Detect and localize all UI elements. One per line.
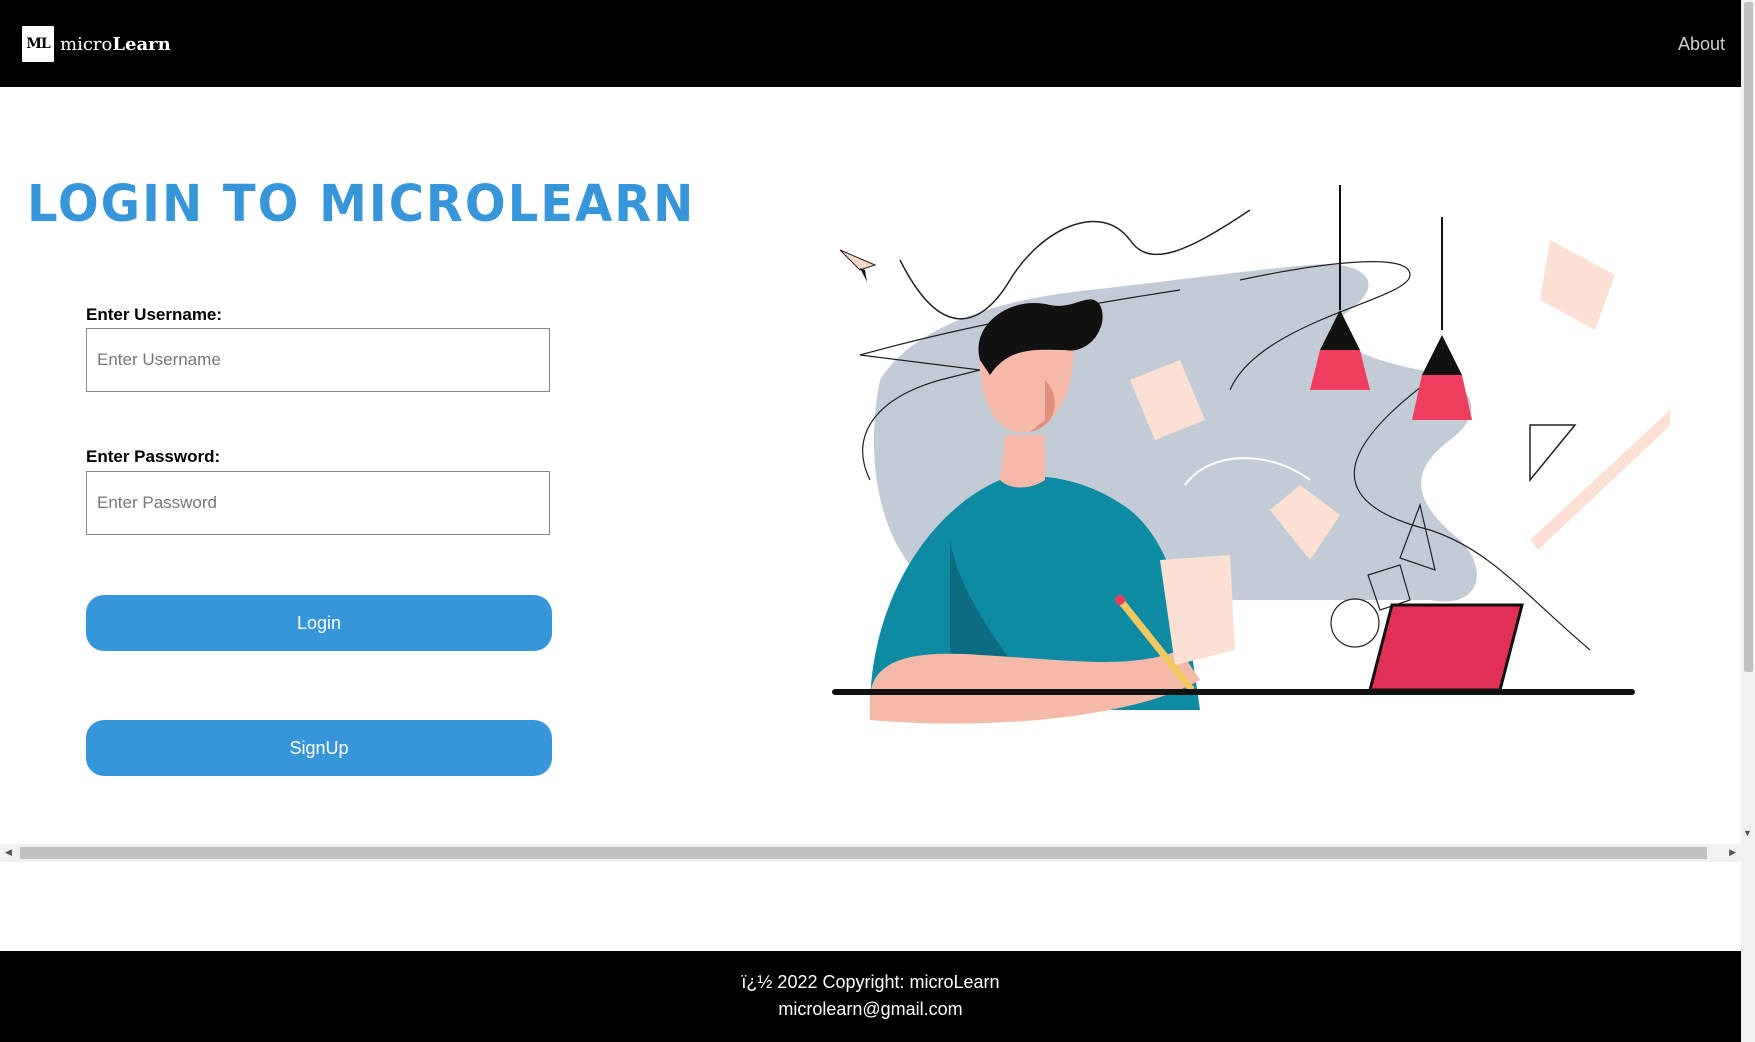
lamp-icon (1422, 335, 1462, 375)
password-input[interactable] (86, 471, 550, 535)
footer: ï¿½ 2022 Copyright: microLearn microlear… (0, 951, 1741, 1042)
page-title: LOGIN TO MICROLEARN (27, 174, 696, 234)
vertical-scrollbar[interactable]: ▼ (1741, 0, 1755, 1042)
scroll-right-arrow-icon[interactable]: ▶ (1729, 847, 1736, 858)
logo-icon: ML (20, 24, 56, 64)
horizontal-scrollbar-thumb[interactable] (20, 847, 1707, 859)
person-studying-illustration (832, 185, 1670, 724)
brand-name-light: micro (60, 33, 113, 55)
arm (870, 650, 1200, 724)
vertical-scrollbar-thumb[interactable] (1744, 2, 1753, 672)
paper-plane-icon (839, 249, 877, 271)
logo-text: ML (26, 36, 50, 52)
username-input[interactable] (86, 328, 550, 392)
brand-name: microLearn (60, 34, 171, 55)
brand-logo-link[interactable]: ML microLearn (20, 24, 171, 64)
navbar: ML microLearn About (0, 0, 1741, 87)
footer-email: microlearn@gmail.com (778, 999, 963, 1019)
laptop-icon (1368, 603, 1524, 692)
brand-name-bold: Learn (112, 33, 171, 55)
scroll-left-arrow-icon[interactable]: ◀ (5, 847, 12, 858)
username-label: Enter Username: (86, 305, 223, 324)
login-button[interactable]: Login (86, 595, 552, 651)
footer-copyright: ï¿½ 2022 Copyright: microLearn (741, 972, 1000, 992)
signup-button[interactable]: SignUp (86, 720, 552, 776)
password-label: Enter Password: (86, 447, 221, 466)
nav-about-link[interactable]: About (1678, 34, 1725, 55)
horizontal-scrollbar[interactable]: ◀ ▶ (0, 844, 1741, 862)
scroll-down-arrow-icon[interactable]: ▼ (1743, 828, 1752, 838)
